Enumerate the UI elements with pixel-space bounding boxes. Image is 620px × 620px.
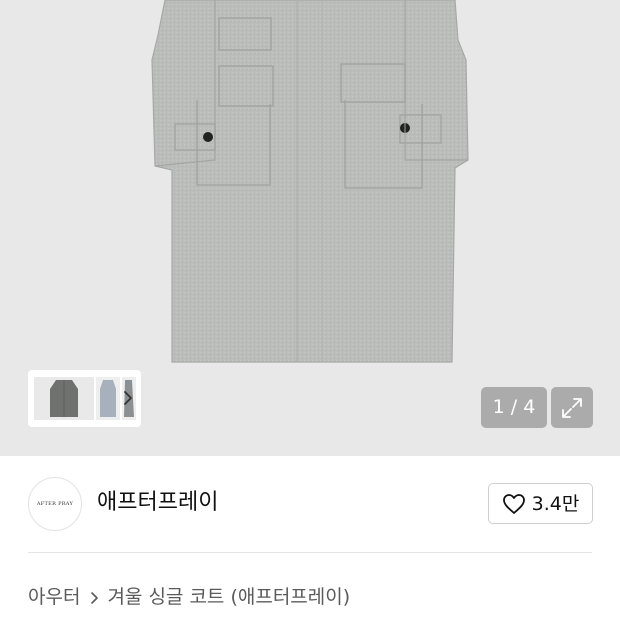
thumbnail-coat-side[interactable] (96, 377, 120, 420)
chevron-right-icon (91, 592, 99, 604)
thumbnail-coat-front[interactable] (34, 377, 94, 420)
thumbnail-strip[interactable] (28, 370, 141, 427)
shop-name[interactable]: 애프터프레이 (97, 488, 218, 518)
expand-arrows-icon (562, 398, 582, 418)
heart-outline-icon (502, 493, 525, 514)
like-button[interactable]: 3.4만 (488, 483, 593, 524)
breadcrumb-product-title: 겨울 싱글 코트 (애프터프레이) (107, 586, 351, 608)
like-count: 3.4만 (531, 492, 580, 515)
section-divider (28, 552, 592, 553)
breadcrumb: 아우터 겨울 싱글 코트 (애프터프레이) (28, 585, 350, 609)
image-page-counter: 1 / 4 (481, 387, 547, 428)
breadcrumb-category[interactable]: 아우터 (28, 585, 80, 609)
chevron-right-icon[interactable] (121, 388, 135, 408)
product-image-gallery[interactable]: 1 / 4 (0, 0, 620, 456)
shop-logo-text: AFTER PRAY (36, 501, 74, 507)
shop-info-row: AFTER PRAY 애프터프레이 3.4만 (0, 456, 620, 552)
expand-image-button[interactable] (551, 387, 593, 428)
shop-logo[interactable]: AFTER PRAY (28, 477, 82, 531)
